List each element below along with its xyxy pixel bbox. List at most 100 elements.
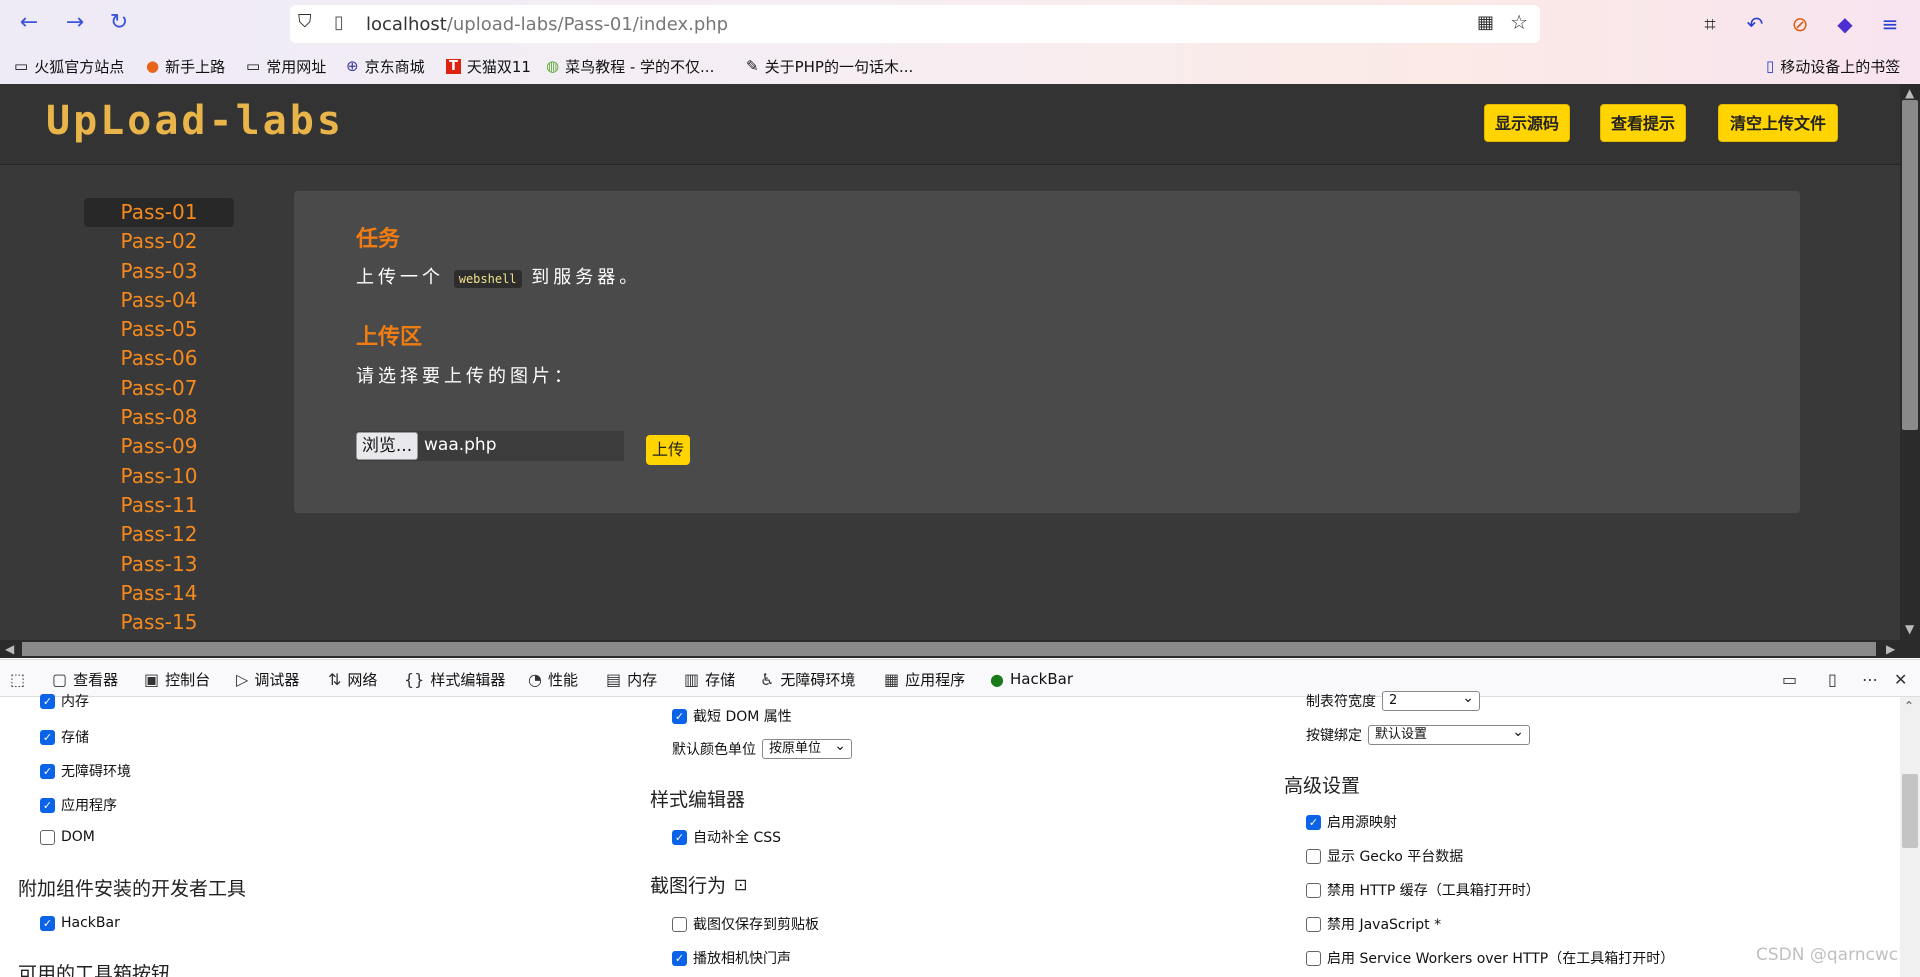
- option-service-workers[interactable]: 启用 Service Workers over HTTP（在工具箱打开时）: [1306, 948, 1674, 968]
- bookmark-item[interactable]: ◍ 菜鸟教程 - 学的不仅...: [546, 54, 714, 78]
- crop-icon[interactable]: ⌗: [1696, 10, 1724, 38]
- tab-performance[interactable]: ◔ 性能: [528, 668, 578, 690]
- undo-icon[interactable]: ↶: [1741, 10, 1769, 38]
- pass-link-11[interactable]: Pass-11: [84, 491, 234, 520]
- pass-link-10[interactable]: Pass-10: [84, 462, 234, 491]
- checkbox[interactable]: ✓: [40, 729, 55, 745]
- dock-icon[interactable]: ▭: [1782, 668, 1797, 690]
- option-shutter-sound[interactable]: ✓ 播放相机快门声: [672, 948, 791, 968]
- upload-button[interactable]: 上传: [646, 435, 690, 465]
- addon-icon[interactable]: ◆: [1831, 10, 1859, 38]
- menu-icon[interactable]: ≡: [1876, 10, 1904, 38]
- tab-application[interactable]: ▦ 应用程序: [884, 668, 965, 690]
- view-hint-button[interactable]: 查看提示: [1600, 104, 1686, 142]
- page-horizontal-scroll-thumb[interactable]: [22, 642, 1876, 656]
- tab-storage[interactable]: ▥ 存储: [684, 668, 735, 690]
- scroll-down-arrow-icon[interactable]: ▼: [1905, 622, 1914, 636]
- clear-uploads-button[interactable]: 清空上传文件: [1718, 104, 1838, 142]
- url-bar[interactable]: ⛉ ▯ localhost/upload-labs/Pass-01/index.…: [290, 5, 1540, 43]
- option-screenshot-clipboard[interactable]: 截图仅保存到剪贴板: [672, 914, 819, 934]
- option-truncate-dom[interactable]: ✓ 截短 DOM 属性: [672, 706, 792, 726]
- tab-inspector[interactable]: ▢ 查看器: [52, 668, 118, 690]
- page-vertical-scroll-thumb[interactable]: [1902, 100, 1918, 430]
- pass-link-09[interactable]: Pass-09: [84, 432, 234, 461]
- checkbox[interactable]: ✓: [40, 693, 55, 709]
- close-icon[interactable]: ✕: [1894, 668, 1907, 690]
- checkbox[interactable]: [1306, 848, 1321, 864]
- option-disable-js[interactable]: 禁用 JavaScript *: [1306, 914, 1441, 934]
- pass-link-15[interactable]: Pass-15: [84, 608, 234, 637]
- scroll-up-arrow-icon[interactable]: ▲: [1905, 86, 1914, 100]
- checkbox[interactable]: ✓: [672, 829, 687, 845]
- checkbox[interactable]: [40, 829, 55, 845]
- option-storage[interactable]: ✓ 存储: [40, 727, 89, 747]
- tab-debugger[interactable]: ▷ 调试器: [236, 668, 299, 690]
- checkbox[interactable]: [1306, 950, 1321, 966]
- checkbox[interactable]: ✓: [1306, 814, 1321, 830]
- more-options-icon[interactable]: ⋯: [1862, 668, 1878, 690]
- checkbox[interactable]: ✓: [672, 950, 687, 966]
- pass-link-04[interactable]: Pass-04: [84, 286, 234, 315]
- star-icon[interactable]: ☆: [1510, 10, 1528, 34]
- bookmark-item[interactable]: ▭ 火狐官方站点: [14, 54, 124, 78]
- reload-icon[interactable]: ↻: [104, 8, 134, 38]
- file-input[interactable]: 浏览... waa.php: [356, 431, 624, 461]
- pass-link-12[interactable]: Pass-12: [84, 520, 234, 549]
- tab-network[interactable]: ⇅ 网络: [328, 668, 377, 690]
- checkbox[interactable]: ✓: [40, 797, 55, 813]
- bookmark-item[interactable]: ✎ 关于PHP的一句话木...: [746, 54, 913, 78]
- bookmark-item[interactable]: ⊕ 京东商城: [346, 54, 425, 78]
- tab-accessibility[interactable]: ♿ 无障碍环境: [760, 668, 855, 690]
- application-icon: ▦: [884, 669, 900, 689]
- show-source-button[interactable]: 显示源码: [1484, 104, 1570, 142]
- tab-console[interactable]: ▣ 控制台: [144, 668, 210, 690]
- bookmark-item[interactable]: ▭ 常用网址: [246, 54, 326, 78]
- tab-memory[interactable]: ▤ 内存: [606, 668, 657, 690]
- keybind-select[interactable]: 默认设置: [1368, 723, 1530, 745]
- checkbox[interactable]: ✓: [672, 708, 687, 724]
- pass-link-01[interactable]: Pass-01: [84, 198, 234, 228]
- option-autocomplete-css[interactable]: ✓ 自动补全 CSS: [672, 827, 781, 847]
- pass-link-07[interactable]: Pass-07: [84, 374, 234, 403]
- scroll-left-arrow-icon[interactable]: ◀: [5, 642, 14, 656]
- pass-link-06[interactable]: Pass-06: [84, 344, 234, 373]
- pass-link-13[interactable]: Pass-13: [84, 550, 234, 579]
- pass-link-08[interactable]: Pass-08: [84, 403, 234, 432]
- option-source-maps[interactable]: ✓ 启用源映射: [1306, 812, 1397, 832]
- option-accessibility[interactable]: ✓ 无障碍环境: [40, 761, 131, 781]
- devtools-scroll-up-icon[interactable]: ⌃: [1904, 699, 1914, 713]
- option-memory[interactable]: ✓ 内存: [40, 691, 89, 711]
- browse-button[interactable]: 浏览...: [356, 432, 418, 460]
- option-disable-cache[interactable]: 禁用 HTTP 缓存（工具箱打开时）: [1306, 880, 1540, 900]
- forward-arrow-icon[interactable]: →: [60, 8, 90, 38]
- pass-link-05[interactable]: Pass-05: [84, 315, 234, 344]
- devtools-scroll-thumb[interactable]: [1902, 774, 1918, 848]
- pass-link-03[interactable]: Pass-03: [84, 257, 234, 286]
- tab-hackbar[interactable]: ● HackBar: [990, 668, 1073, 690]
- option-dom[interactable]: DOM: [40, 829, 95, 845]
- url-text[interactable]: localhost/upload-labs/Pass-01/index.php: [366, 14, 728, 35]
- scroll-right-arrow-icon[interactable]: ▶: [1886, 642, 1895, 656]
- shield-icon[interactable]: ⛉: [298, 11, 312, 32]
- option-gecko-data[interactable]: 显示 Gecko 平台数据: [1306, 846, 1463, 866]
- extension-icon[interactable]: ⊘: [1786, 10, 1814, 38]
- mobile-bookmarks[interactable]: ▯ 移动设备上的书签: [1766, 54, 1900, 78]
- bookmark-item[interactable]: T 天猫双11: [446, 54, 531, 78]
- checkbox[interactable]: [1306, 916, 1321, 932]
- back-arrow-icon[interactable]: ←: [14, 8, 44, 38]
- bookmark-item[interactable]: ● 新手上路: [146, 54, 225, 78]
- pass-link-14[interactable]: Pass-14: [84, 579, 234, 608]
- checkbox[interactable]: [1306, 882, 1321, 898]
- pass-link-02[interactable]: Pass-02: [84, 227, 234, 256]
- checkbox[interactable]: ✓: [40, 763, 55, 779]
- responsive-design-icon[interactable]: ▯: [1828, 668, 1837, 690]
- checkbox[interactable]: [672, 916, 687, 932]
- checkbox[interactable]: ✓: [40, 915, 55, 931]
- qr-code-icon[interactable]: ▦: [1477, 12, 1494, 33]
- option-application[interactable]: ✓ 应用程序: [40, 795, 117, 815]
- tab-width-select[interactable]: 2: [1382, 689, 1480, 711]
- element-picker-icon[interactable]: ⬚: [10, 668, 25, 690]
- tab-style-editor[interactable]: {} 样式编辑器: [404, 668, 505, 690]
- option-hackbar[interactable]: ✓ HackBar: [40, 915, 120, 931]
- color-unit-select[interactable]: 按原单位: [762, 737, 852, 759]
